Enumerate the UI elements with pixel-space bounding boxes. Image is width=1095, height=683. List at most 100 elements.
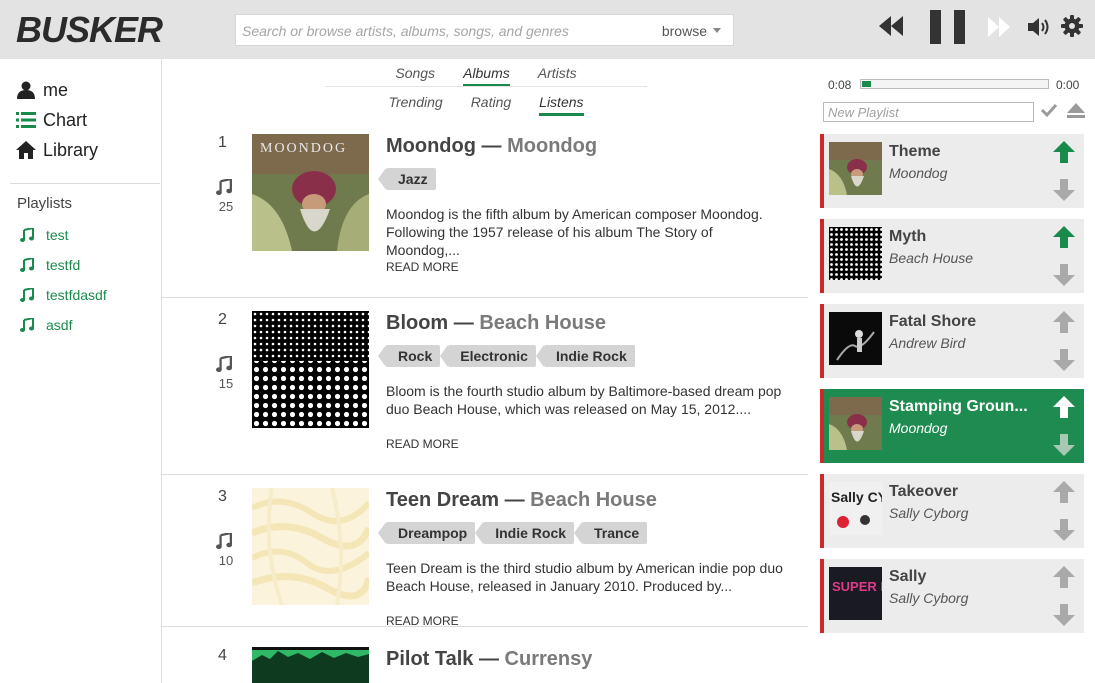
genre-tag[interactable]: Indie Rock — [475, 522, 575, 544]
collapse-up-icon[interactable] — [1066, 101, 1086, 124]
album-cover[interactable]: MOONDOG — [252, 134, 369, 251]
user-icon — [16, 81, 36, 99]
album-rank: 3 — [218, 488, 227, 505]
pause-icon[interactable] — [929, 10, 967, 44]
chevron-down-icon — [713, 28, 721, 33]
queue-item[interactable]: Sally CYBORG Takeover Sally Cyborg — [820, 474, 1084, 548]
genre-tag[interactable]: Electronic — [440, 345, 536, 367]
arrow-down-icon[interactable] — [1052, 348, 1076, 372]
arrow-up-icon[interactable] — [1052, 395, 1076, 419]
album-cover[interactable] — [252, 488, 369, 605]
arrow-up-icon[interactable] — [1052, 565, 1076, 589]
queue-item-now-playing[interactable]: Stamping Groun... Moondog — [820, 389, 1084, 463]
album-name: Moondog — [386, 135, 476, 157]
queue-item[interactable]: Fatal Shore Andrew Bird — [820, 304, 1084, 378]
app-logo[interactable]: BUSKER — [16, 9, 163, 51]
tab-songs[interactable]: Songs — [395, 65, 435, 87]
new-playlist-input[interactable] — [823, 102, 1034, 122]
track-artist: Moondog — [889, 165, 948, 181]
track-cover — [829, 397, 882, 450]
music-note-icon — [20, 258, 34, 272]
album-cover[interactable] — [252, 647, 369, 683]
arrow-up-icon[interactable] — [1052, 310, 1076, 334]
genre-tag[interactable]: Jazz — [378, 168, 436, 190]
home-icon — [16, 141, 36, 159]
arrow-down-icon[interactable] — [1052, 433, 1076, 457]
tabs-divider — [325, 86, 647, 87]
album-artist-link[interactable]: Beach House — [479, 312, 606, 334]
album-title[interactable]: Moondog — Moondog — [386, 135, 597, 158]
tab-listens[interactable]: Listens — [539, 94, 584, 116]
album-row: 4 Pilot Talk — Currensy — [162, 634, 808, 683]
read-more-link[interactable]: READ MORE — [386, 437, 459, 451]
progress-bar[interactable] — [860, 79, 1049, 89]
tab-rating[interactable]: Rating — [471, 94, 511, 116]
arrow-up-icon[interactable] — [1052, 225, 1076, 249]
read-more-link[interactable]: READ MORE — [386, 260, 459, 274]
sidebar-item-label: Chart — [43, 109, 88, 130]
read-more-link[interactable]: READ MORE — [386, 614, 459, 628]
listen-count: 15 — [218, 376, 234, 391]
queue-item[interactable]: SUPER HANDS Sally Sally Cyborg — [820, 559, 1084, 633]
album-artist-link[interactable]: Beach House — [530, 489, 657, 511]
volume-icon[interactable] — [1027, 16, 1051, 38]
search-input[interactable] — [242, 21, 642, 41]
fast-forward-icon[interactable] — [987, 16, 1011, 38]
title-separator: — — [504, 489, 525, 511]
genre-tag[interactable]: Trance — [574, 522, 648, 544]
track-cover: SUPER HANDS — [829, 567, 882, 620]
sidebar: me Chart Library Playlists test testfd t… — [0, 59, 162, 683]
search-bar: browse — [235, 14, 734, 46]
queue-item[interactable]: Myth Beach House — [820, 219, 1084, 293]
album-row: 3 10 Teen Dream — Beach House Dreampop I… — [162, 475, 808, 628]
album-artist-link[interactable]: Currensy — [505, 648, 593, 670]
album-name: Teen Dream — [386, 489, 500, 511]
album-cover[interactable] — [252, 311, 369, 428]
music-note-icon — [216, 533, 232, 549]
arrow-up-icon[interactable] — [1052, 480, 1076, 504]
playlist-item[interactable]: testfdasdf — [20, 287, 107, 303]
album-name: Bloom — [386, 312, 449, 334]
playlist-item[interactable]: testfd — [20, 257, 80, 273]
genre-tag[interactable]: Indie Rock — [535, 345, 635, 367]
arrow-up-icon[interactable] — [1052, 140, 1076, 164]
browse-dropdown[interactable]: browse — [662, 23, 721, 39]
sort-tabs: Trending Rating Listens — [325, 94, 647, 122]
track-artist: Moondog — [889, 420, 948, 436]
playlist-item[interactable]: asdf — [20, 317, 72, 333]
album-row: 1 25 MOONDOG Moondog — Moondog Jazz Moon… — [162, 121, 808, 298]
playlist-label: testfd — [46, 257, 81, 273]
album-description: Bloom is the fourth studio album by Balt… — [386, 383, 782, 417]
arrow-down-icon[interactable] — [1052, 178, 1076, 202]
tab-albums[interactable]: Albums — [463, 65, 510, 87]
tab-artists[interactable]: Artists — [538, 65, 577, 87]
sidebar-item-me[interactable]: me — [16, 79, 68, 101]
tab-trending[interactable]: Trending — [388, 94, 442, 116]
album-title[interactable]: Bloom — Beach House — [386, 312, 606, 335]
queue-item[interactable]: Theme Moondog — [820, 134, 1084, 208]
track-artist: Sally Cyborg — [889, 505, 969, 521]
genre-tags: Jazz — [378, 168, 444, 190]
album-title[interactable]: Pilot Talk — Currensy — [386, 648, 592, 671]
genre-tag[interactable]: Rock — [377, 345, 441, 367]
playlist-item[interactable]: test — [20, 227, 69, 243]
album-title[interactable]: Teen Dream — Beach House — [386, 489, 657, 512]
album-artist-link[interactable]: Moondog — [507, 135, 597, 157]
album-name: Pilot Talk — [386, 648, 474, 670]
album-rank: 2 — [218, 311, 227, 328]
arrow-down-icon[interactable] — [1052, 518, 1076, 542]
arrow-down-icon[interactable] — [1052, 263, 1076, 287]
track-cover — [829, 142, 882, 195]
music-note-icon — [20, 318, 34, 332]
track-artist: Andrew Bird — [889, 335, 966, 351]
album-rank: 4 — [218, 647, 227, 664]
sidebar-item-chart[interactable]: Chart — [16, 109, 87, 131]
album-description: Teen Dream is the third studio album by … — [386, 560, 783, 594]
arrow-down-icon[interactable] — [1052, 603, 1076, 627]
sidebar-item-library[interactable]: Library — [16, 139, 98, 161]
settings-gear-icon[interactable] — [1061, 15, 1083, 37]
genre-tag[interactable]: Dreampop — [377, 522, 476, 544]
rewind-icon[interactable] — [878, 14, 904, 38]
title-separator: — — [481, 135, 502, 157]
check-icon[interactable] — [1040, 101, 1058, 124]
